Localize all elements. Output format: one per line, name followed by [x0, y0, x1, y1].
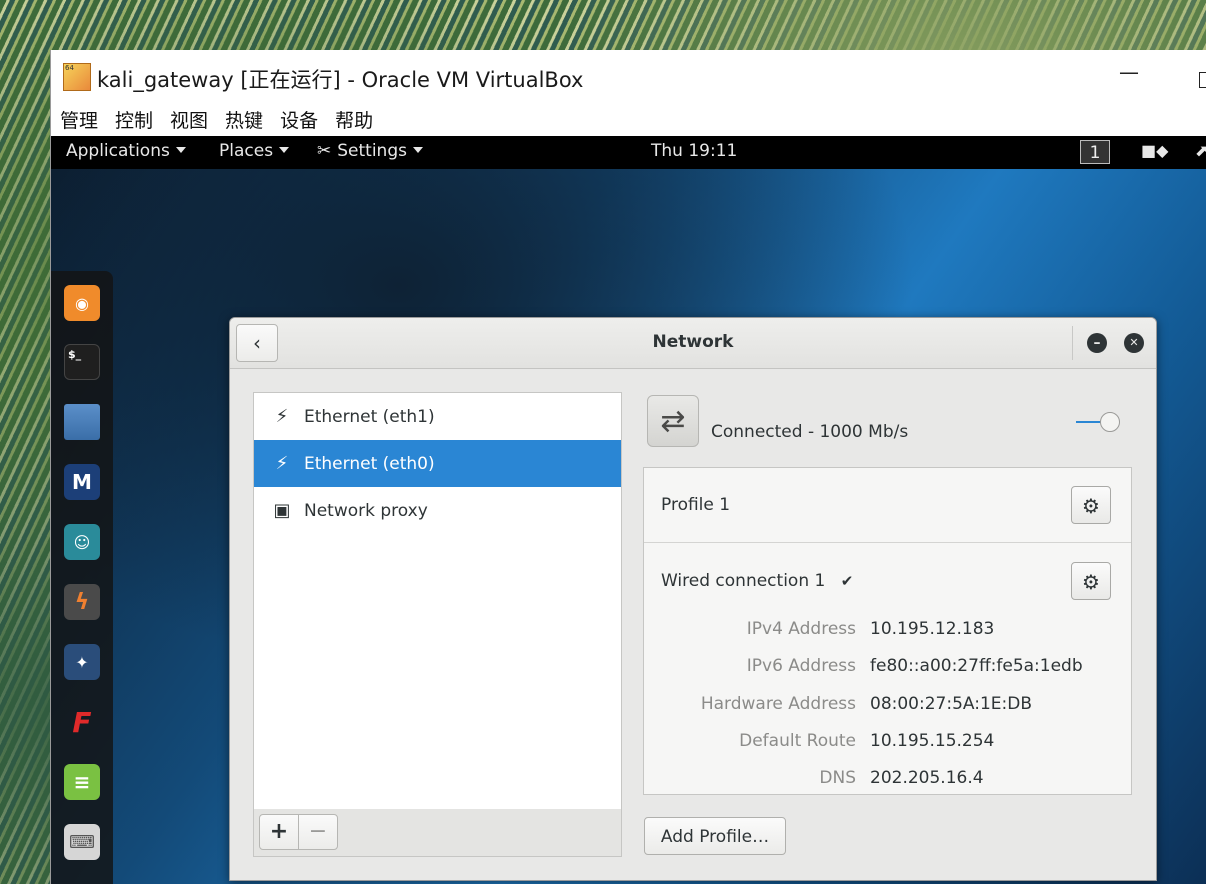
virtualbox-app-icon: 64: [63, 63, 91, 91]
ethernet-plug-icon: ⚡: [275, 453, 289, 474]
places-menu[interactable]: Places: [219, 141, 290, 161]
remove-device-button[interactable]: −: [298, 814, 338, 850]
device-row-eth0[interactable]: ⚡ Ethernet (eth0): [254, 440, 621, 487]
dash-dock: ◉ $_ M ☺ ϟ ✦ F ≡ ⌨: [51, 271, 113, 884]
chevron-left-icon: ‹: [253, 331, 261, 355]
ipv4-address-label: IPv4 Address: [746, 619, 856, 639]
hardware-address-label: Hardware Address: [700, 694, 856, 714]
network-settings-window: Network ‹ – ✕ ⚡ Ethernet (eth1) ⚡ Ethern…: [229, 317, 1157, 881]
window-title: kali_gateway [正在运行] - Oracle VM VirtualB…: [97, 68, 584, 92]
menu-devices[interactable]: 设备: [271, 104, 326, 134]
add-device-button[interactable]: +: [259, 814, 299, 850]
firefox-icon[interactable]: ◉: [64, 285, 100, 321]
menu-help[interactable]: 帮助: [326, 104, 381, 134]
wired-connection-name: Wired connection 1: [661, 571, 826, 591]
device-list-toolbar: + −: [253, 809, 622, 857]
gnome-top-bar: Applications Places ✂ Settings Thu 19:11 …: [51, 136, 1206, 169]
terminal-icon[interactable]: $_: [64, 344, 100, 380]
cherrytree-icon[interactable]: ⌨: [64, 824, 100, 860]
files-icon[interactable]: [64, 404, 100, 440]
add-profile-button[interactable]: Add Profile…: [644, 817, 786, 855]
network-title: Network: [652, 332, 734, 352]
profiles-panel: Profile 1 ⚙ Wired connection 1 ✔ ⚙ IPv4 …: [643, 467, 1132, 795]
virtualbox-window: 64 kali_gateway [正在运行] - Oracle VM Virtu…: [50, 50, 1206, 884]
dns-label: DNS: [819, 768, 856, 788]
menu-manage[interactable]: 管理: [51, 104, 106, 134]
ipv6-address-value: fe80::a00:27ff:fe5a:1edb: [870, 656, 1083, 676]
device-row-network-proxy[interactable]: ▣ Network proxy: [254, 487, 621, 534]
profile-1-label: Profile 1: [661, 495, 731, 515]
workspace-indicator[interactable]: 1: [1080, 140, 1110, 164]
menu-hotkeys[interactable]: 热键: [216, 104, 271, 134]
window-header: Network ‹ – ✕: [230, 318, 1156, 369]
burpsuite-icon[interactable]: ϟ: [64, 584, 100, 620]
connection-toggle[interactable]: [1076, 412, 1122, 432]
applications-label: Applications: [66, 141, 170, 161]
beef-icon[interactable]: ✦: [64, 644, 100, 680]
back-button[interactable]: ‹: [236, 324, 278, 362]
virtualbox-titlebar: 64 kali_gateway [正在运行] - Oracle VM Virtu…: [51, 50, 1206, 102]
profile-1-settings-button[interactable]: ⚙: [1071, 486, 1111, 524]
ipv6-address-label: IPv6 Address: [746, 656, 856, 676]
wired-connection-icon: ⇄: [647, 395, 699, 447]
faraday-icon[interactable]: F: [64, 704, 100, 740]
device-list: ⚡ Ethernet (eth1) ⚡ Ethernet (eth0) ▣ Ne…: [253, 392, 622, 810]
connection-status: Connected - 1000 Mb/s: [711, 422, 909, 442]
applications-menu[interactable]: Applications: [66, 141, 186, 161]
minimize-button[interactable]: —: [1119, 60, 1141, 88]
default-route-value: 10.195.15.254: [870, 731, 995, 751]
menu-view[interactable]: 视图: [161, 104, 216, 134]
menu-control[interactable]: 控制: [106, 104, 161, 134]
chevron-down-icon: [175, 147, 186, 153]
default-route-label: Default Route: [739, 731, 856, 751]
device-row-eth1[interactable]: ⚡ Ethernet (eth1): [254, 393, 621, 440]
metasploit-icon[interactable]: M: [64, 464, 100, 500]
device-label: Ethernet (eth1): [304, 406, 435, 427]
leafpad-icon[interactable]: ≡: [64, 764, 100, 800]
gear-icon: ⚙: [1082, 494, 1100, 518]
maximize-button[interactable]: [1199, 72, 1206, 88]
dns-value: 202.205.16.4: [870, 768, 984, 788]
toggle-knob: [1100, 412, 1120, 432]
places-label: Places: [219, 141, 274, 161]
profile-1-row: Profile 1 ⚙: [644, 468, 1131, 543]
gear-icon: ⚙: [1082, 570, 1100, 594]
settings-label: Settings: [337, 141, 407, 161]
network-wired-icon[interactable]: ⬈: [1195, 141, 1206, 160]
close-window-button[interactable]: ✕: [1124, 333, 1144, 353]
hardware-address-value: 08:00:27:5A:1E:DB: [870, 694, 1032, 714]
guest-display[interactable]: Applications Places ✂ Settings Thu 19:11 …: [51, 136, 1206, 884]
header-separator: [1072, 326, 1073, 360]
video-camera-icon[interactable]: ■◆: [1141, 141, 1168, 160]
virtualbox-menubar: 管理 控制 视图 热键 设备 帮助: [51, 104, 381, 134]
wired-connection-label: Wired connection 1 ✔: [661, 571, 853, 591]
chevron-down-icon: [279, 147, 290, 153]
ipv4-address-value: 10.195.12.183: [870, 619, 995, 639]
tools-icon: ✂: [317, 141, 332, 161]
checkmark-icon: ✔: [840, 572, 854, 590]
settings-menu[interactable]: ✂ Settings: [317, 141, 423, 161]
wired-connection-settings-button[interactable]: ⚙: [1071, 562, 1111, 600]
network-proxy-icon: ▣: [273, 500, 291, 521]
ethernet-plug-icon: ⚡: [275, 406, 289, 427]
armitage-icon[interactable]: ☺: [64, 524, 100, 560]
device-label: Network proxy: [304, 500, 428, 521]
clock[interactable]: Thu 19:11: [651, 141, 737, 161]
device-label: Ethernet (eth0): [304, 453, 435, 474]
chevron-down-icon: [412, 147, 423, 153]
app-icon-badge: 64: [65, 64, 74, 72]
minimize-window-button[interactable]: –: [1087, 333, 1107, 353]
